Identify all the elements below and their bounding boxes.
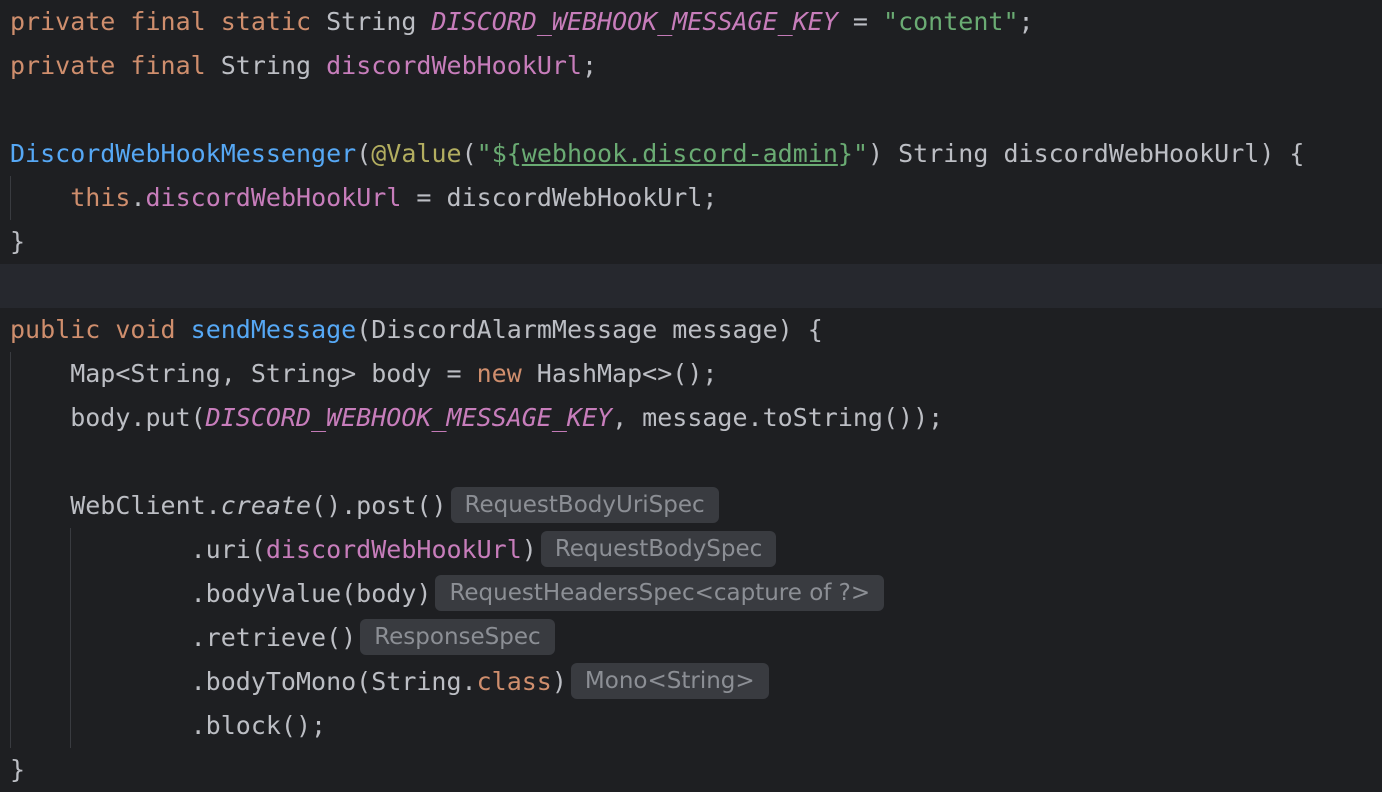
inlay-type-hint: Mono<String> [570,663,769,699]
code-token: ( [461,139,477,168]
code-token: ) String discordWebHookUrl) { [868,139,1305,168]
code-line-1[interactable]: private final static String DISCORD_WEBH… [0,0,1382,44]
code-token: .retrieve() [10,623,357,652]
code-token: } [10,227,26,256]
code-line-7[interactable] [0,264,1382,308]
indent-guide-method [10,352,11,748]
code-token: " [476,139,492,168]
code-line-12[interactable]: WebClient.create().post() RequestBodyUriS… [0,484,1382,528]
inlay-type-hint: RequestBodyUriSpec [450,487,719,523]
code-line-3[interactable] [0,88,1382,132]
code-line-2[interactable]: private final String discordWebHookUrl; [0,44,1382,88]
code-token: ; [581,51,598,80]
code-line-9[interactable]: Map<String, String> body = new HashMap<>… [0,352,1382,396]
code-token: .uri( [10,535,266,564]
code-token: webhook.discord-admin [521,139,838,168]
inlay-type-hint: RequestHeadersSpec<capture of ?> [435,575,885,611]
code-token: DISCORD_WEBHOOK_MESSAGE_KEY [431,7,838,36]
code-token: WebClient. [10,491,221,520]
code-token: create [220,491,312,520]
code-line-10[interactable]: body.put(DISCORD_WEBHOOK_MESSAGE_KEY, me… [0,396,1382,440]
code-line-4[interactable]: DiscordWebHookMessenger(@Value("${webhoo… [0,132,1382,176]
inlay-type-hint: ResponseSpec [360,619,555,655]
code-token: void [115,315,176,344]
code-line-15[interactable]: .retrieve() ResponseSpec [0,616,1382,660]
code-token: class [476,667,552,696]
code-line-17[interactable]: .block(); [0,704,1382,748]
code-token: body.put( [10,403,206,432]
code-line-18[interactable]: } [0,748,1382,792]
code-token: private [10,7,116,36]
code-line-6[interactable]: } [0,220,1382,264]
code-token: discordWebHookUrl [326,51,582,80]
code-token: sendMessage [190,315,357,344]
code-token: " [852,139,868,168]
code-line-16[interactable]: .bodyToMono(String.class) Mono<String> [0,660,1382,704]
code-token: static [220,7,312,36]
code-token: .bodyValue(body) [10,579,432,608]
code-token: this [70,183,131,212]
code-token: @Value [371,139,462,168]
code-token: discordWebHookUrl [265,535,522,564]
code-line-14[interactable]: .bodyValue(body) RequestHeadersSpec<captu… [0,572,1382,616]
code-token: ().post() [311,491,447,520]
code-token: ; [1018,7,1034,36]
code-token: Map<String, String> body = [10,359,477,388]
code-token: ${ [491,139,522,168]
code-line-13[interactable]: .uri(discordWebHookUrl) RequestBodySpec [0,528,1382,572]
code-token: String [205,51,327,80]
code-token: ( [356,139,372,168]
code-token: . [130,183,146,212]
code-token: private [10,51,116,80]
code-token: (DiscordAlarmMessage message) { [356,315,823,344]
indent-guide-constructor [10,176,11,220]
code-token: String [311,7,432,36]
code-token: ) [521,535,537,564]
code-token: } [10,755,26,784]
code-editor[interactable]: private final static String DISCORD_WEBH… [0,0,1382,792]
code-token: public [10,315,101,344]
code-token: , message.toString()); [612,403,944,432]
code-token: .block(); [10,711,327,740]
code-line-5[interactable]: this.discordWebHookUrl = discordWebHookU… [0,176,1382,220]
inlay-type-hint: RequestBodySpec [540,531,777,567]
code-token: ) [551,667,567,696]
code-token: final [130,7,206,36]
code-token: .bodyToMono(String. [10,667,477,696]
code-line-11[interactable] [0,440,1382,484]
code-token: } [837,139,853,168]
code-token: new [476,359,522,388]
code-token: = [837,7,884,36]
code-line-8[interactable]: public void sendMessage(DiscordAlarmMess… [0,308,1382,352]
code-token: discordWebHookUrl [145,183,402,212]
code-token: DISCORD_WEBHOOK_MESSAGE_KEY [205,403,613,432]
code-token: "content" [883,7,1019,36]
code-token: = discordWebHookUrl; [401,183,718,212]
code-token: HashMap<>(); [521,359,718,388]
indent-guide-chain [70,528,71,748]
code-token: final [130,51,206,80]
code-token: DiscordWebHookMessenger [10,139,357,168]
